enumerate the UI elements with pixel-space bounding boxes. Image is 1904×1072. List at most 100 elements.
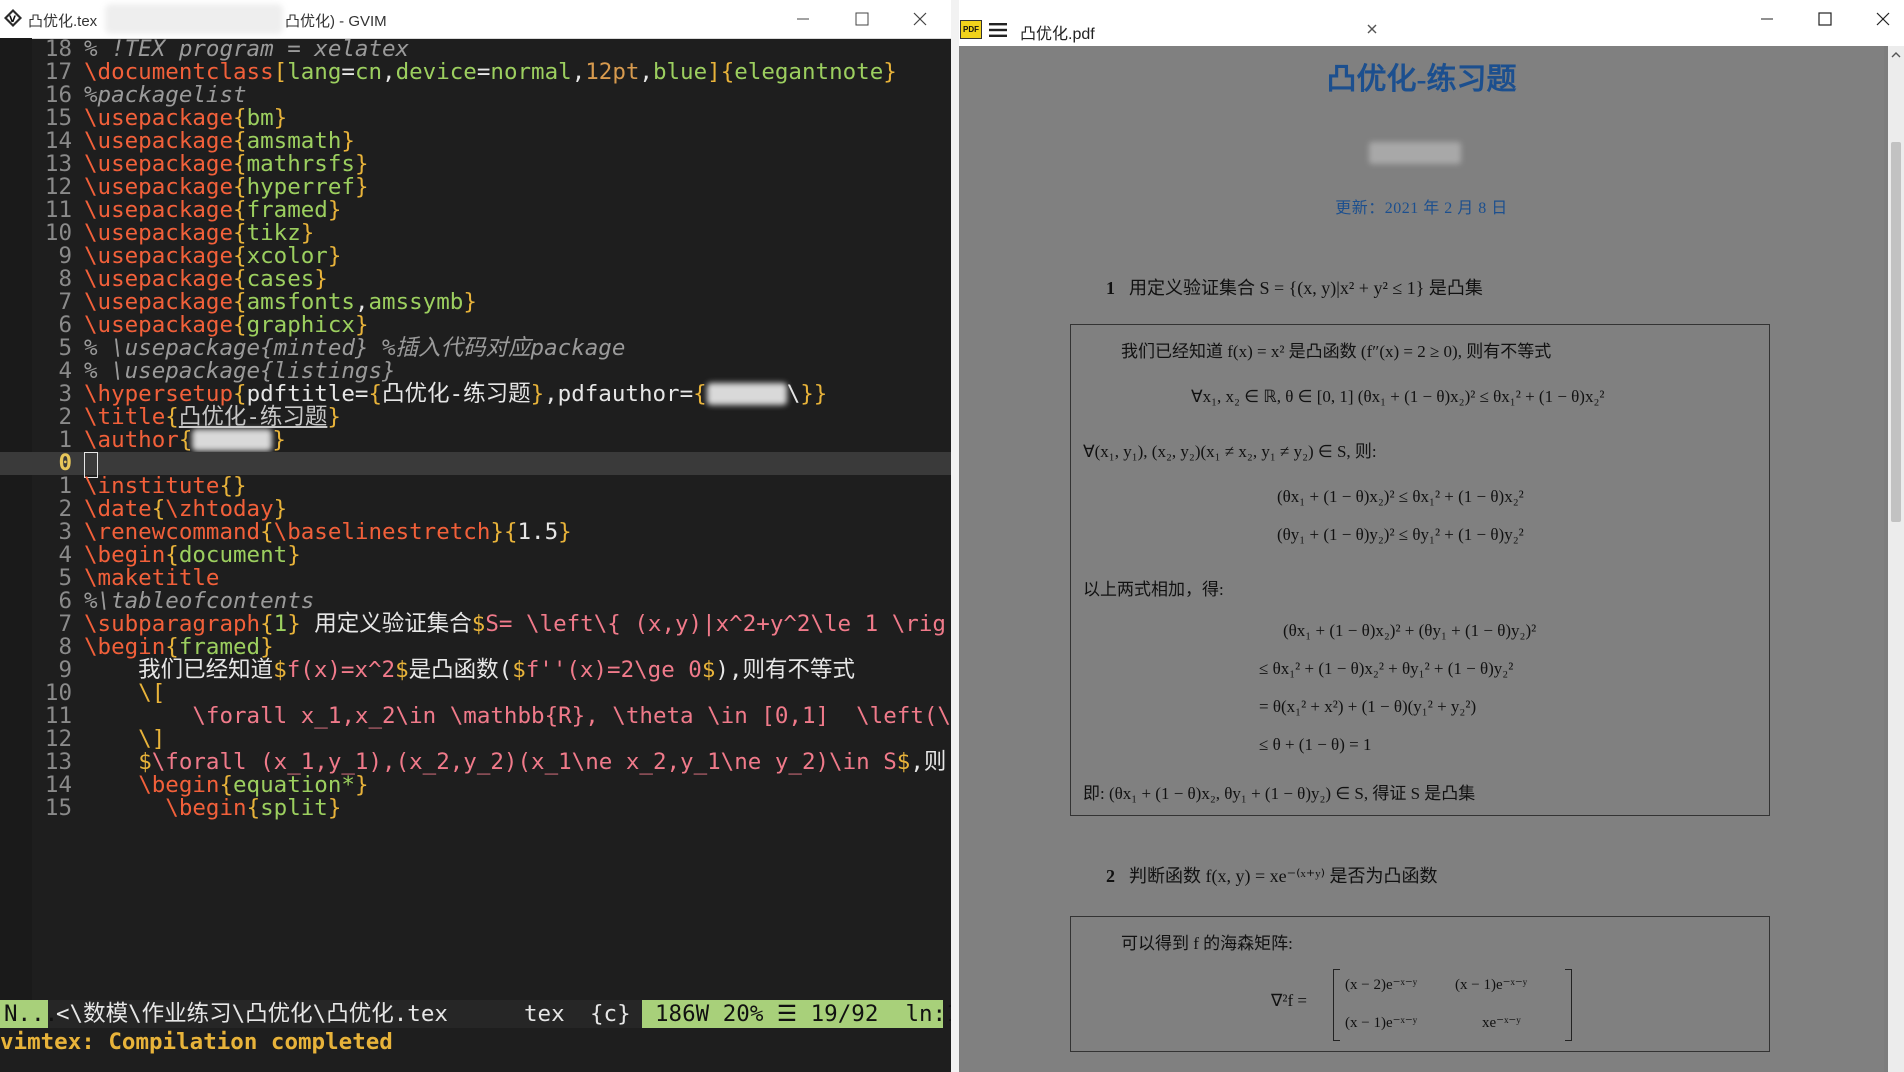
line-code: \subparagraph{1} 用定义验证集合$S= \left\{ (x,y… [84,613,946,636]
box1-sum-text: 以上两式相加，得: [1083,580,1224,599]
editor-line[interactable]: 1 \institute{} [0,475,951,498]
scroll-up-arrow-icon[interactable] [1891,50,1901,60]
editor-line[interactable]: 9 我们已经知道$f(x)=x^2$是凸函数($f''(x)=2\ge 0$),… [0,659,951,682]
editor-line[interactable]: 14 \usepackage{amsmath} [0,130,951,153]
line-number: 2 [58,404,72,430]
editor-line[interactable]: 13 $\forall (x_1,y_1),(x_2,y_2)(x_1\ne x… [0,751,951,774]
pdf-page[interactable]: 凸优化-练习题 更新：2021 年 2 月 8 日 1 用定义验证集合 S = {… [959,46,1884,1072]
line-code: % !TEX program = xelatex [84,38,409,61]
editor-line[interactable]: 1 \author{} [0,429,951,452]
editor-line[interactable]: 17 \documentclass[lang=cn,device=normal,1… [0,61,951,84]
editor-line[interactable]: 12 \usepackage{hyperref} [0,176,951,199]
code-token: 是凸函数( [408,657,513,683]
line-code: \forall x_1,x_2\in \mathbb{R}, \theta \i… [84,705,951,728]
box1-forall: ∀(x₁, y₁), (x₂, y₂)(x₁ ≠ x₂, y₁ ≠ y₂) ∈ … [1083,442,1377,461]
pdf-tab-title[interactable]: 凸优化.pdf [1020,20,1095,44]
editor-line[interactable]: 10 \usepackage{tikz} [0,222,951,245]
editor-line[interactable]: 8 \begin{framed} [0,636,951,659]
editor-line[interactable]: 7 \usepackage{amsfonts,amssymb} [0,291,951,314]
editor-text-area[interactable]: 18% !TEX program = xelatex 17 \documentcla… [0,38,951,1000]
line-code: \usepackage{graphicx} [84,314,368,337]
line-number: 14 [44,128,72,154]
box1-intro: 我们已经知道 f(x) = x² 是凸函数 (f″(x) = 2 ≥ 0), 则… [1121,342,1552,361]
code-token: { [246,795,261,821]
pdf-scrollbar[interactable] [1888,46,1904,1072]
line-number: 15 [44,795,72,821]
gvim-title-app: 凸优化) - GVIM [285,13,387,30]
code-token: , [382,59,396,85]
line-code: % \usepackage{listings} [84,360,396,383]
status-position: 186W 20% ☰ 19/92 ln:1 [642,1000,951,1028]
line-number: 4 [58,542,72,568]
editor-line[interactable]: 9 \usepackage{xcolor} [0,245,951,268]
editor-line[interactable]: 5 % \usepackage{minted} %插入代码对应package [0,337,951,360]
box1-conclusion: 即: (θx₁ + (1 − θ)x₂, θy₁ + (1 − θ)y₂) ∈ … [1083,784,1476,803]
line-code: \date{\zhtoday} [84,498,287,521]
line-code: \institute{} [84,475,247,498]
matrix-m22: xe⁻ˣ⁻ʸ [1482,1015,1521,1031]
line-number: 6 [58,312,72,338]
scroll-thumb[interactable] [1891,142,1901,522]
line-code: \usepackage{xcolor} [84,245,341,268]
code-token: 凸优化-练习题 [382,381,531,407]
line-number: 3 [58,381,72,407]
code-token: \forall x_1,x_2\in \mathbb{R}, \theta \i… [84,703,951,729]
line-number: 1 [58,427,72,453]
minimize-icon[interactable] [789,6,817,32]
editor-line[interactable]: 12 \] [0,728,951,751]
editor-line[interactable]: 4 \begin{document} [0,544,951,567]
pdf-minimize-icon[interactable] [1753,6,1781,32]
code-token: ,则: [910,749,951,775]
editor-line[interactable]: 4 % \usepackage{listings} [0,360,951,383]
code-token: } [530,381,545,407]
editor-line[interactable]: 7 \subparagraph{1} 用定义验证集合$S= \left\{ (x,… [0,613,951,636]
editor-line[interactable]: 6 %\tableofcontents [0,590,951,613]
editor-line[interactable]: 3 \renewcommand{\baselinestretch}{1.5} [0,521,951,544]
line-number: 13 [44,151,72,177]
line-number: 9 [58,657,72,683]
editor-line[interactable]: 15 \begin{split} [0,797,951,820]
pdf-close-icon[interactable] [1869,6,1897,32]
editor-line[interactable]: 5 \maketitle [0,567,951,590]
vim-app-icon: V [4,9,22,27]
close-icon[interactable] [906,6,934,32]
code-token: f(x)=x^2 [286,657,396,683]
editor-line[interactable]: 10 \[ [0,682,951,705]
editor-line[interactable]: 3 \hypersetup{pdftitle={凸优化-练习题},pdfautho… [0,383,951,406]
pdf-maximize-icon[interactable] [1811,6,1839,32]
editor-line[interactable]: 15 \usepackage{bm} [0,107,951,130]
author-redacted [1369,142,1461,164]
editor-line[interactable]: 14 \begin{equation*} [0,774,951,797]
editor-line[interactable]: 18 % !TEX program = xelatex [0,38,951,61]
maximize-icon[interactable] [848,6,876,32]
tab-close-icon[interactable] [1364,21,1380,37]
editor-line[interactable]: 2 \title{凸优化-练习题} [0,406,951,429]
matrix-m11: (x − 2)e⁻ˣ⁻ʸ [1345,977,1418,993]
code-token: } [327,795,342,821]
line-code: \usepackage{amsmath} [84,130,355,153]
editor-line[interactable]: 16 %packagelist [0,84,951,107]
editor-line[interactable]: 6 \usepackage{graphicx} [0,314,951,337]
editor-current-line[interactable]: 0 [0,452,951,478]
editor-line[interactable]: 13 \usepackage{mathrsfs} [0,153,951,176]
code-token: $ [512,657,526,683]
hamburger-menu-icon[interactable] [988,22,1008,38]
editor-line[interactable]: 11 \usepackage{framed} [0,199,951,222]
code-token: } [287,611,301,637]
section-1-number: 1 [1106,278,1115,298]
line-number: 17 [44,59,72,85]
editor-line[interactable]: 2 \date{\zhtoday} [0,498,951,521]
code-token: } [287,542,301,568]
line-number: 14 [44,772,72,798]
vim-command-line[interactable]: vimtex: Compilation completed [0,1028,951,1056]
line-code: % \usepackage{minted} %插入代码对应package [84,337,625,360]
line-code: %\tableofcontents [84,590,314,613]
code-token: $ [471,611,486,637]
line-number: 9 [58,243,72,269]
line-code: \maketitle [84,567,219,590]
matrix-m12: (x − 1)e⁻ˣ⁻ʸ [1455,977,1528,993]
code-token: 1.5 [517,519,559,545]
editor-line[interactable]: 11 \forall x_1,x_2\in \mathbb{R}, \theta… [0,705,951,728]
gvim-window: V 凸优化.tex 凸优化) - GVIM 18% !TEX program =… [0,0,951,1072]
editor-line[interactable]: 8 \usepackage{cases} [0,268,951,291]
